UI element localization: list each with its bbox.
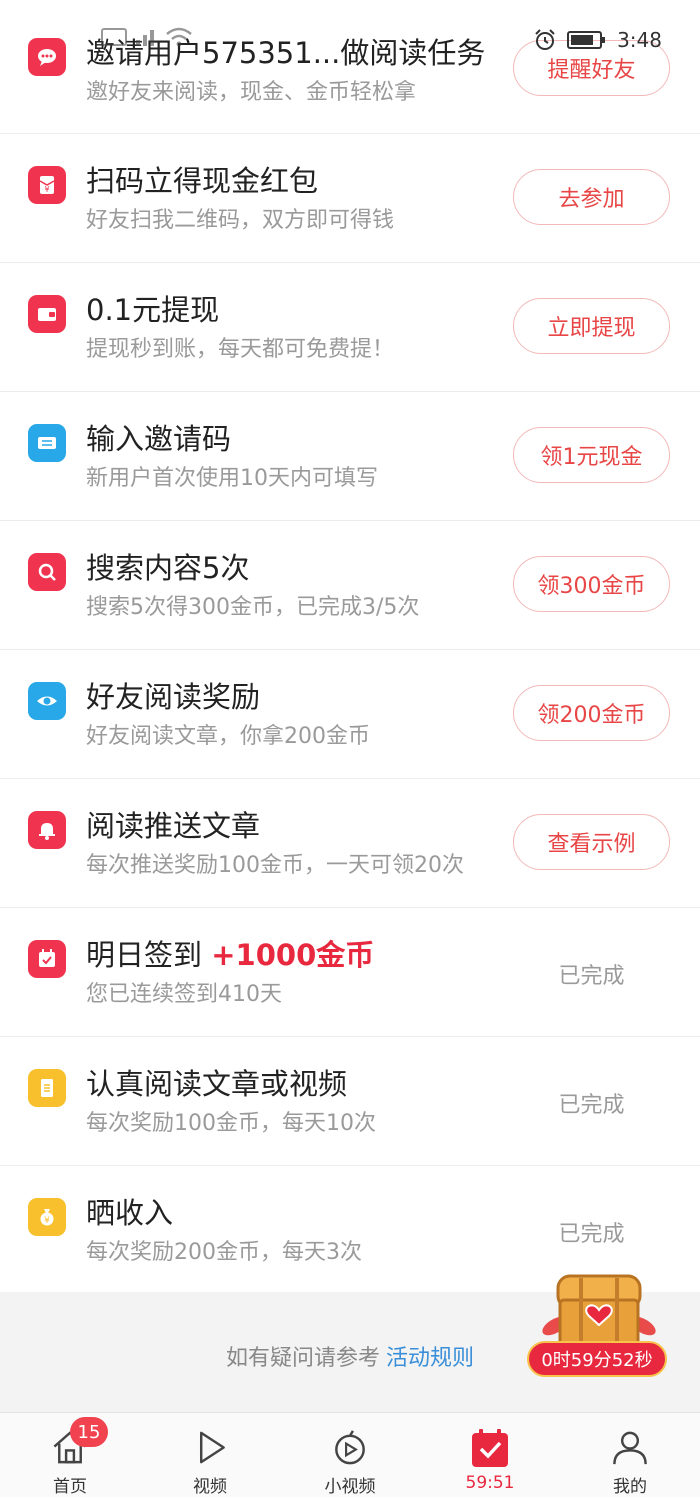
countdown-label: 59:51 bbox=[465, 1473, 515, 1493]
tab-tasks[interactable]: 59:51 bbox=[420, 1413, 560, 1497]
remind-friends-button[interactable]: 提醒好友 bbox=[513, 40, 670, 96]
wallet-icon bbox=[28, 295, 66, 333]
claim-300-coins-button[interactable]: 领300金币 bbox=[513, 556, 670, 612]
task-desc: 每次奖励100金币，每天10次 bbox=[86, 1111, 376, 1136]
tab-label: 首页 bbox=[53, 1477, 87, 1497]
document-icon bbox=[28, 1069, 66, 1107]
task-desc: 您已连续签到410天 bbox=[86, 982, 282, 1007]
help-prefix: 如有疑问请参考 bbox=[225, 1346, 380, 1371]
task-desc: 每次推送奖励100金币，一天可领20次 bbox=[86, 853, 464, 878]
profile-icon bbox=[613, 1431, 647, 1465]
task-title: 明日签到 +1000金币 bbox=[86, 932, 374, 974]
tab-label: 我的 bbox=[613, 1477, 647, 1497]
money-bag-icon: ¥ bbox=[28, 1198, 66, 1236]
withdraw-now-button[interactable]: 立即提现 bbox=[513, 298, 670, 354]
ticket-icon bbox=[28, 424, 66, 462]
eye-icon bbox=[28, 682, 66, 720]
tab-home[interactable]: 15 首页 bbox=[0, 1413, 140, 1497]
svg-text:¥: ¥ bbox=[44, 1216, 50, 1226]
completed-status: 已完成 bbox=[558, 964, 625, 989]
task-desc: 邀好友来阅读，现金、金币轻松拿 bbox=[86, 80, 417, 105]
red-envelope-icon: ¥ bbox=[28, 166, 66, 204]
completed-status: 已完成 bbox=[558, 1093, 625, 1118]
tab-label: 视频 bbox=[193, 1477, 227, 1497]
task-row-invite-code: 输入邀请码 新用户首次使用10天内可填写 领1元现金 bbox=[0, 392, 700, 521]
view-example-button[interactable]: 查看示例 bbox=[513, 814, 670, 870]
tab-profile[interactable]: 我的 bbox=[560, 1413, 700, 1497]
completed-status: 已完成 bbox=[558, 1222, 625, 1247]
reward-amount: +1000金币 bbox=[211, 938, 375, 972]
task-title: 邀请用户575351...做阅读任务 bbox=[86, 36, 486, 70]
task-row-read-articles: 认真阅读文章或视频 每次奖励100金币，每天10次 已完成 bbox=[0, 1037, 700, 1166]
task-row-withdraw: 0.1元提现 提现秒到账，每天都可免费提！ 立即提现 bbox=[0, 263, 700, 392]
bell-icon bbox=[28, 811, 66, 849]
task-title: 好友阅读奖励 bbox=[86, 680, 261, 714]
treasure-timer[interactable]: 0时59分52秒 bbox=[527, 1341, 667, 1377]
join-button[interactable]: 去参加 bbox=[513, 169, 670, 225]
tab-short-video[interactable]: 小视频 bbox=[280, 1413, 420, 1497]
task-row-push-articles: 阅读推送文章 每次推送奖励100金币，一天可领20次 查看示例 bbox=[0, 779, 700, 908]
task-row-invite-reading: 邀请用户575351...做阅读任务 邀好友来阅读，现金、金币轻松拿 提醒好友 bbox=[0, 0, 700, 134]
home-badge: 15 bbox=[70, 1417, 108, 1447]
claim-cash-button[interactable]: 领1元现金 bbox=[513, 427, 670, 483]
chat-icon bbox=[28, 38, 66, 76]
task-row-scan-code: ¥ 扫码立得现金红包 好友扫我二维码，双方即可得钱 去参加 bbox=[0, 134, 700, 263]
task-title: 输入邀请码 bbox=[86, 422, 232, 456]
task-title: 扫码立得现金红包 bbox=[86, 164, 319, 198]
task-title: 0.1元提现 bbox=[86, 293, 220, 327]
task-title: 认真阅读文章或视频 bbox=[86, 1067, 348, 1101]
task-row-checkin: 明日签到 +1000金币 您已连续签到410天 已完成 bbox=[0, 908, 700, 1037]
short-video-icon bbox=[335, 1430, 365, 1465]
task-title-text: 明日签到 bbox=[86, 938, 203, 972]
task-desc: 提现秒到账，每天都可免费提！ bbox=[86, 337, 395, 362]
task-desc: 好友扫我二维码，双方即可得钱 bbox=[86, 208, 395, 233]
search-icon bbox=[28, 553, 66, 591]
task-desc: 新用户首次使用10天内可填写 bbox=[86, 466, 378, 491]
task-desc: 搜索5次得300金币，已完成3/5次 bbox=[86, 595, 420, 620]
task-title: 搜索内容5次 bbox=[86, 551, 250, 585]
task-title: 阅读推送文章 bbox=[86, 809, 261, 843]
task-list: 邀请用户575351...做阅读任务 邀好友来阅读，现金、金币轻松拿 提醒好友 … bbox=[0, 0, 700, 1295]
task-row-friend-reading: 好友阅读奖励 好友阅读文章，你拿200金币 领200金币 bbox=[0, 650, 700, 779]
play-icon bbox=[199, 1431, 225, 1464]
task-desc: 好友阅读文章，你拿200金币 bbox=[86, 724, 370, 749]
tab-video[interactable]: 视频 bbox=[140, 1413, 280, 1497]
bottom-tab-bar: 15 首页 视频 小视频 59:51 我的 bbox=[0, 1412, 700, 1497]
task-title: 晒收入 bbox=[86, 1196, 174, 1230]
task-desc: 每次奖励200金币，每天3次 bbox=[86, 1240, 362, 1265]
task-row-search: 搜索内容5次 搜索5次得300金币，已完成3/5次 领300金币 bbox=[0, 521, 700, 650]
activity-rules-link[interactable]: 活动规则 bbox=[386, 1346, 474, 1371]
calendar-check-icon bbox=[472, 1429, 508, 1467]
tab-label: 小视频 bbox=[324, 1477, 376, 1497]
calendar-check-icon bbox=[28, 940, 66, 978]
svg-text:¥: ¥ bbox=[44, 185, 49, 194]
claim-200-coins-button[interactable]: 领200金币 bbox=[513, 685, 670, 741]
